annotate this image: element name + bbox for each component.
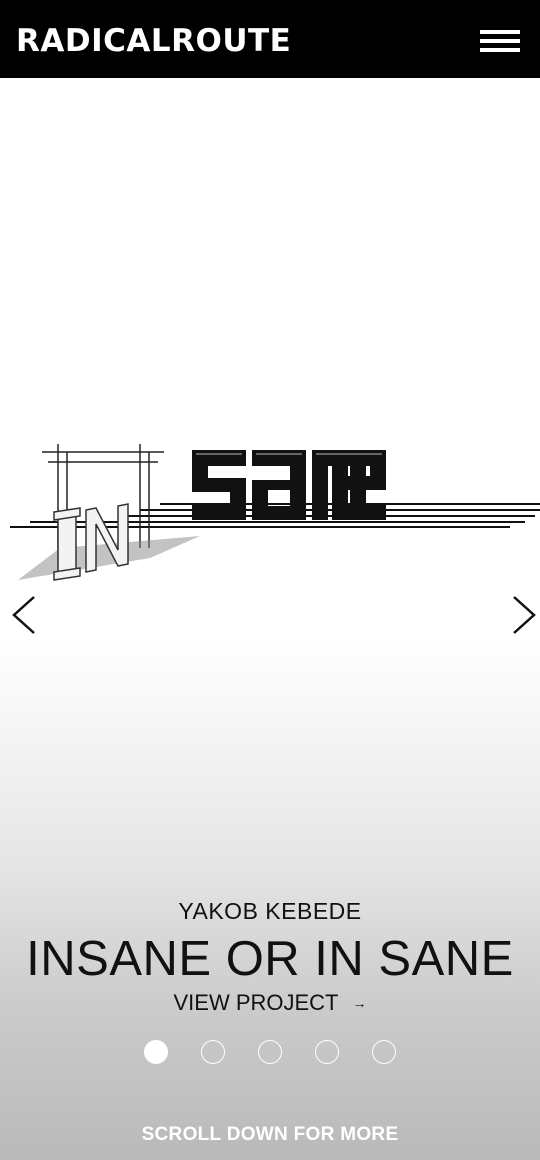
project-title: INSANE OR IN SANE	[26, 932, 514, 986]
menu-line	[480, 39, 520, 43]
carousel-dot-2[interactable]	[201, 1040, 225, 1064]
chevron-left-icon[interactable]	[10, 594, 40, 636]
page: RADICALROUTE YAKOB KEBEDE INSANE OR IN S…	[0, 0, 540, 1160]
view-project-link[interactable]: VIEW PROJECT →	[0, 990, 540, 1016]
brand-logo[interactable]: RADICALROUTE	[16, 22, 291, 60]
project-author: YAKOB KEBEDE	[178, 898, 362, 924]
menu-line	[480, 30, 520, 34]
top-navigation-bar: RADICALROUTE	[0, 0, 540, 78]
hamburger-menu-icon[interactable]	[480, 30, 520, 54]
chevron-right-icon[interactable]	[508, 594, 538, 636]
carousel-dot-3[interactable]	[258, 1040, 282, 1064]
arrow-right-icon: →	[352, 995, 367, 1011]
project-artwork	[10, 444, 540, 581]
view-project-label: VIEW PROJECT	[173, 990, 339, 1015]
scroll-down-hint[interactable]: SCROLL DOWN FOR MORE	[0, 1124, 540, 1146]
carousel-dot-5[interactable]	[372, 1040, 396, 1064]
carousel-dot-1[interactable]	[144, 1040, 168, 1064]
carousel-dot-4[interactable]	[315, 1040, 339, 1064]
carousel-pagination	[0, 1040, 540, 1064]
menu-line	[480, 48, 520, 52]
